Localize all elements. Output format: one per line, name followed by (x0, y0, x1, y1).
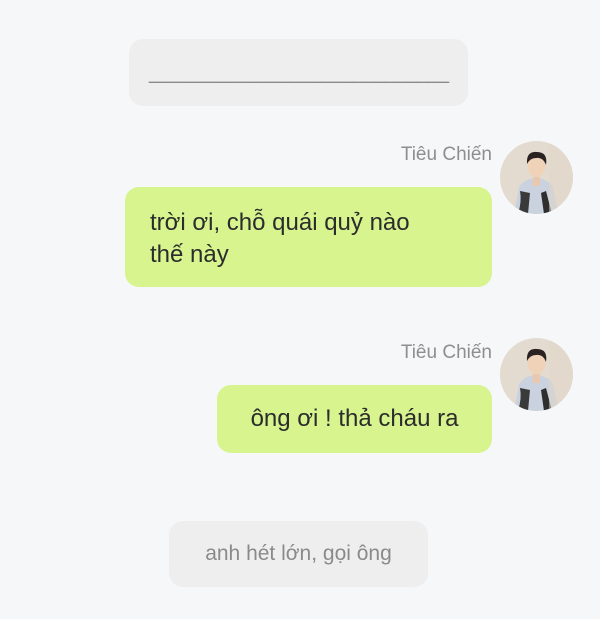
avatar[interactable] (500, 338, 573, 411)
sender-name: Tiêu Chiến (400, 342, 492, 363)
system-message-text: anh hét lớn, gọi ông (205, 542, 392, 565)
message-bubble: trời ơi, chỗ quái quỷ nào thế này (125, 187, 492, 287)
system-message-top: ____________________________ (129, 39, 468, 106)
message-bubble: ông ơi ! thả cháu ra (217, 385, 492, 453)
sender-name: Tiêu Chiến (400, 144, 492, 165)
person-photo-avatar-icon (500, 338, 573, 411)
system-message-bottom: anh hét lớn, gọi ông (169, 521, 428, 587)
avatar[interactable] (500, 141, 573, 214)
message-text: ông ơi ! thả cháu ra (250, 405, 459, 432)
system-message-text: ____________________________ (148, 60, 449, 84)
person-photo-avatar-icon (500, 141, 573, 214)
